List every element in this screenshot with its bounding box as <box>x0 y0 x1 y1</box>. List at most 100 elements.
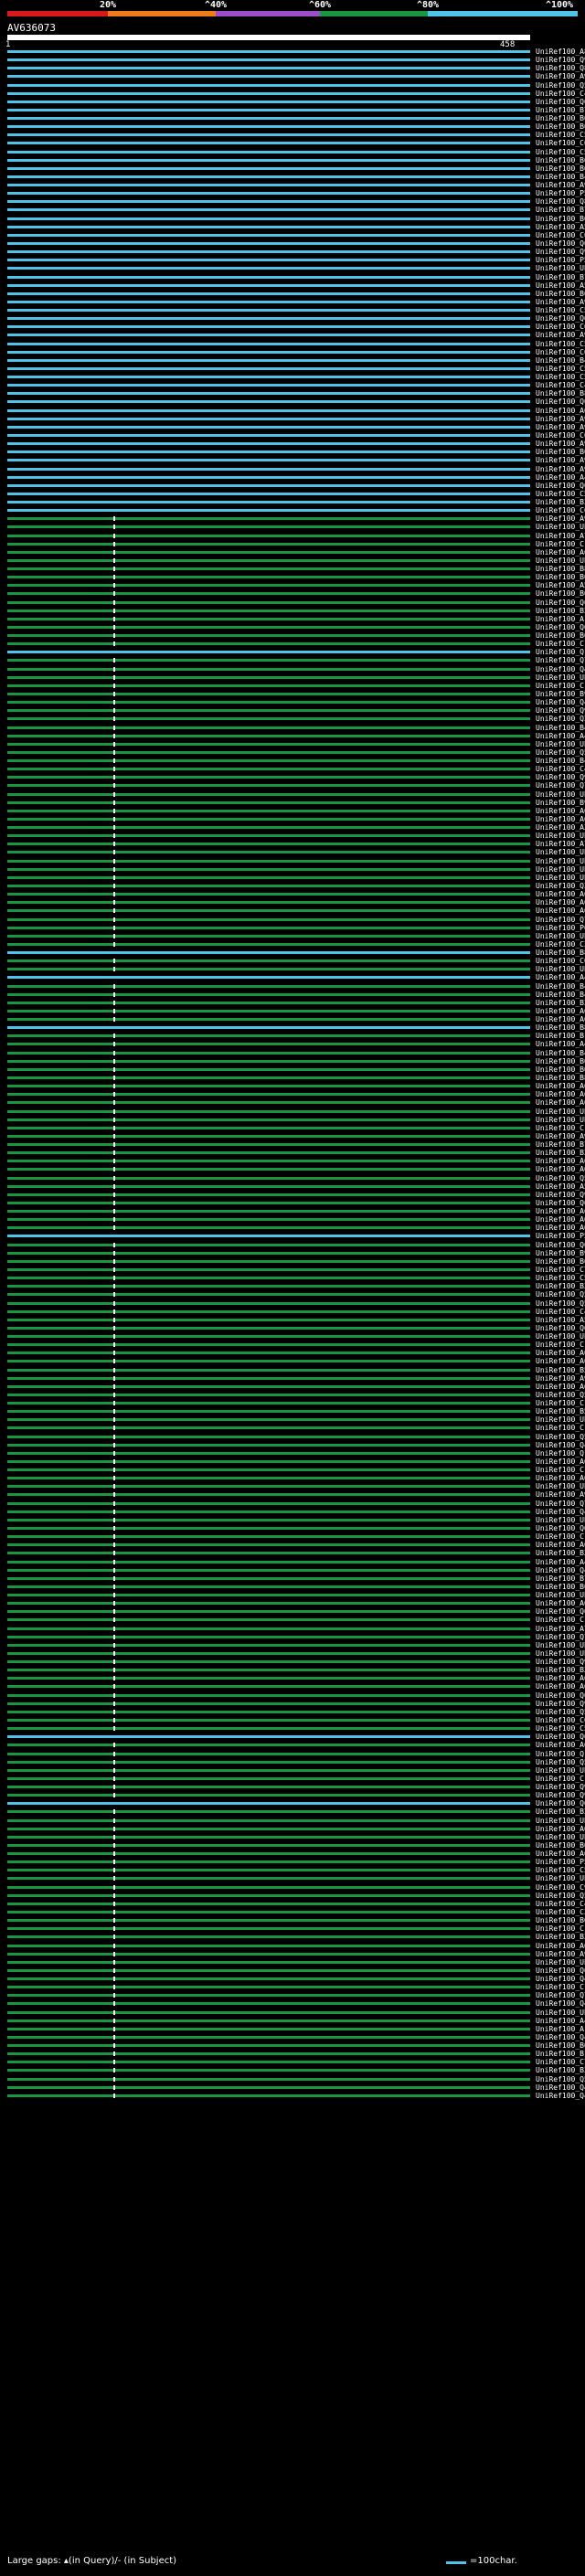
hit-name-link[interactable]: UniRef100_A5DR84 <box>536 1182 585 1191</box>
hit-name-link[interactable]: UniRef100_Q4Q2J0 <box>536 1441 585 1449</box>
alignment-bar[interactable] <box>7 759 530 763</box>
hit-row[interactable]: UniRef100_A4EKD0 <box>0 2017 585 2025</box>
alignment-bar[interactable] <box>7 926 530 929</box>
hit-name-link[interactable]: UniRef100_B7F5L9 <box>536 206 585 214</box>
hit-name-link[interactable]: UniRef100_B4FN28 <box>536 356 585 365</box>
alignment-bar[interactable] <box>7 592 530 596</box>
hit-name-link[interactable]: UniRef100_Q9F5P5 <box>536 1783 585 1791</box>
hit-row[interactable]: UniRef100_UPI000... <box>0 932 585 940</box>
hit-name-link[interactable]: UniRef100_A6VM71 <box>536 1741 585 1749</box>
hit-name-link[interactable]: UniRef100_A6SGV7 <box>536 1599 585 1607</box>
hit-name-link[interactable]: UniRef100_A6QWU3 <box>536 407 585 415</box>
hit-name-link[interactable]: UniRef100_Q75DD9 <box>536 1633 585 1641</box>
hit-name-link[interactable]: UniRef100_Q4KTH6 <box>536 1566 585 1574</box>
hit-name-link[interactable]: UniRef100_Q6FC69 <box>536 1324 585 1332</box>
hit-row[interactable]: UniRef100_UPI000... <box>0 857 585 865</box>
hit-name-link[interactable]: UniRef100_B8LYW7 <box>536 565 585 573</box>
alignment-bar[interactable] <box>7 1143 530 1147</box>
alignment-bar[interactable] <box>7 1719 530 1722</box>
hit-row[interactable]: UniRef100_Q3U561 <box>0 882 585 890</box>
hit-name-link[interactable]: UniRef100_B0Z9L5 <box>536 1583 585 1591</box>
hit-name-link[interactable]: UniRef100_C5XWK0 <box>536 373 585 381</box>
alignment-bar[interactable] <box>7 1018 530 1022</box>
alignment-bar[interactable] <box>7 1877 530 1881</box>
hit-name-link[interactable]: UniRef100_A7TE69 <box>536 1625 585 1633</box>
hit-row[interactable]: UniRef100_C5P5N8 <box>0 306 585 314</box>
alignment-bar[interactable] <box>7 1960 530 1964</box>
hit-row[interactable]: UniRef100_B1QU33 <box>0 1032 585 1040</box>
alignment-bar[interactable] <box>7 867 530 871</box>
alignment-bar[interactable] <box>7 1501 530 1505</box>
hit-row[interactable]: UniRef100_C5VHV4 <box>0 340 585 348</box>
alignment-bar[interactable] <box>7 283 530 287</box>
hit-row[interactable]: UniRef100_A9NRR3 <box>0 181 585 189</box>
hit-row[interactable]: UniRef100_A6VM57 <box>0 1458 585 1466</box>
alignment-bar[interactable] <box>7 225 530 228</box>
hit-name-link[interactable]: UniRef100_C1BFW9 <box>536 1424 585 1432</box>
alignment-bar[interactable] <box>7 259 530 262</box>
alignment-bar[interactable] <box>7 1610 530 1614</box>
alignment-bar[interactable] <box>7 1301 530 1305</box>
hit-row[interactable]: UniRef100_B2VSW5 <box>0 498 585 506</box>
hit-row[interactable]: UniRef100_B0ETJ1 <box>0 2041 585 2050</box>
hit-row[interactable]: UniRef100_B0Z9L5 <box>0 1583 585 1591</box>
hit-name-link[interactable]: UniRef100_B4PFQ2 <box>536 757 585 765</box>
alignment-bar[interactable] <box>7 1602 530 1606</box>
hit-name-link[interactable]: UniRef100_UPI000... <box>536 874 585 882</box>
hit-row[interactable]: UniRef100_Q6FC69 <box>0 1324 585 1332</box>
hit-name-link[interactable]: UniRef100_Q9XYV8 <box>536 1191 585 1199</box>
alignment-bar[interactable] <box>7 2027 530 2030</box>
hit-name-link[interactable]: UniRef100_Q0D116 <box>536 482 585 490</box>
alignment-bar[interactable] <box>7 1893 530 1897</box>
hit-name-link[interactable]: UniRef100_Q6CIQ6 <box>536 1733 585 1741</box>
alignment-bar[interactable] <box>7 784 530 788</box>
alignment-bar[interactable] <box>7 1860 530 1864</box>
hit-name-link[interactable]: UniRef100_A6N0A7 <box>536 1942 585 1950</box>
alignment-bar[interactable] <box>7 768 530 771</box>
hit-name-link[interactable]: UniRef100_A5DBN2 <box>536 581 585 589</box>
alignment-bar[interactable] <box>7 1935 530 1939</box>
hit-row[interactable]: UniRef100_C4J855 <box>0 381 585 389</box>
alignment-bar[interactable] <box>7 1560 530 1564</box>
alignment-bar[interactable] <box>7 1885 530 1889</box>
alignment-bar[interactable] <box>7 893 530 896</box>
hit-row[interactable]: UniRef100_Q75DD9 <box>0 1633 585 1641</box>
hit-row[interactable]: UniRef100_Q59175 <box>0 1174 585 1182</box>
hit-row[interactable]: UniRef100_Q6N471 <box>0 1691 585 1700</box>
hit-row[interactable]: UniRef100_A6VM60 <box>0 1007 585 1015</box>
hit-name-link[interactable]: UniRef100_C1BUS1 <box>536 1616 585 1624</box>
alignment-bar[interactable] <box>7 509 530 513</box>
hit-name-link[interactable]: UniRef100_A9NRR3 <box>536 181 585 189</box>
alignment-bar[interactable] <box>7 1160 530 1163</box>
hit-row[interactable]: UniRef100_Q6DL01 <box>0 599 585 607</box>
hit-name-link[interactable]: UniRef100_P62906 <box>536 924 585 932</box>
hit-name-link[interactable]: UniRef100_UPI000... <box>536 1649 585 1658</box>
hit-name-link[interactable]: UniRef100_Q6DL01 <box>536 599 585 607</box>
alignment-bar[interactable] <box>7 1660 530 1664</box>
hit-name-link[interactable]: UniRef100_B1NJ17 <box>536 2050 585 2058</box>
hit-name-link[interactable]: UniRef100_Q2GEY4 <box>536 715 585 723</box>
hit-row[interactable]: UniRef100_A6VM54 <box>0 1357 585 1365</box>
hit-row[interactable]: UniRef100_A1CPV8 <box>0 615 585 623</box>
hit-name-link[interactable]: UniRef100_P59230 <box>536 256 585 264</box>
alignment-bar[interactable] <box>7 1410 530 1414</box>
hit-row[interactable]: UniRef100_Q0D116 <box>0 482 585 490</box>
hit-name-link[interactable]: UniRef100_P53026 <box>536 1232 585 1240</box>
hit-row[interactable]: UniRef100_A9RNA2 <box>0 415 585 423</box>
hit-name-link[interactable]: UniRef100_A4S8Y3 <box>536 1040 585 1048</box>
hit-name-link[interactable]: UniRef100_A6VM60 <box>536 1007 585 1015</box>
hit-name-link[interactable]: UniRef100_A6VM53 <box>536 1215 585 1224</box>
alignment-bar[interactable] <box>7 334 530 337</box>
hit-name-link[interactable]: UniRef100_B5DZV1 <box>536 1366 585 1374</box>
hit-name-link[interactable]: UniRef100_UPI000... <box>536 865 585 874</box>
hit-name-link[interactable]: UniRef100_A9PDC6 <box>536 298 585 306</box>
hit-name-link[interactable]: UniRef100_Q5CYT2 <box>536 748 585 757</box>
hit-name-link[interactable]: UniRef100_Q5KGE3 <box>536 1391 585 1399</box>
hit-row[interactable]: UniRef100_UPI000... <box>0 2009 585 2017</box>
hit-row[interactable]: UniRef100_UPI000... <box>0 865 585 874</box>
alignment-bar[interactable] <box>7 2019 530 2022</box>
hit-name-link[interactable]: UniRef100_A9P7V2 <box>536 465 585 473</box>
hit-row[interactable]: UniRef100_Q5CYT2 <box>0 748 585 757</box>
alignment-bar[interactable] <box>7 1794 530 1797</box>
hit-name-link[interactable]: UniRef100_C9SJ79 <box>536 1883 585 1892</box>
